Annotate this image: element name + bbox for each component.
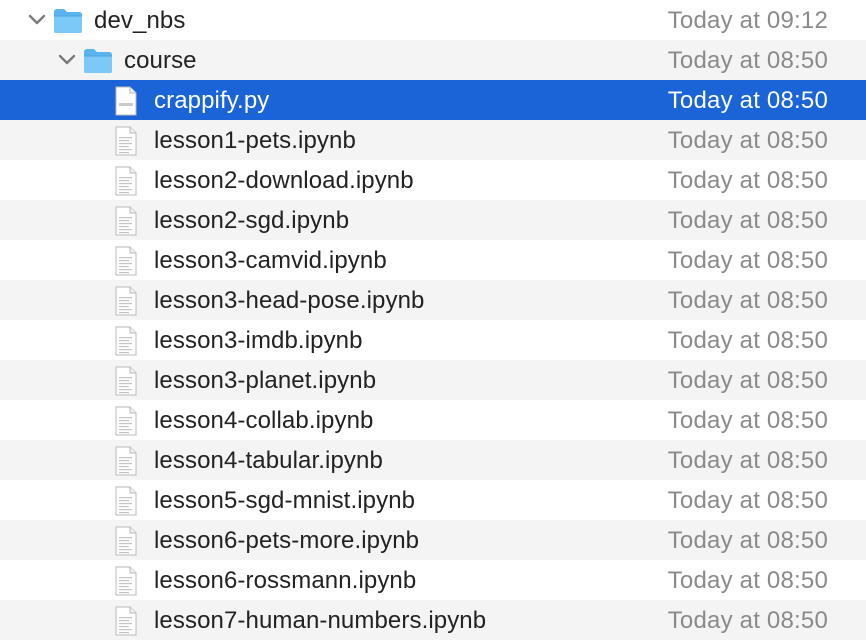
document-icon [114,606,138,636]
file-row[interactable]: lesson3-planet.ipynb Today at 08:50 [0,360,866,400]
date-modified: Today at 08:50 [667,407,828,434]
file-name: lesson7-human-numbers.ipynb [154,607,487,634]
file-row[interactable]: lesson3-imdb.ipynb Today at 08:50 [0,320,866,360]
date-modified: Today at 08:50 [667,527,828,554]
date-modified: Today at 08:50 [667,567,828,594]
file-row[interactable]: lesson3-camvid.ipynb Today at 08:50 [0,240,866,280]
date-modified: Today at 08:50 [667,87,828,114]
document-icon [114,566,138,596]
chevron-down-icon[interactable] [26,8,48,32]
date-modified: Today at 08:50 [667,487,828,514]
folder-icon [52,7,84,35]
file-name: lesson1-pets.ipynb [154,127,356,154]
document-icon [114,446,138,476]
file-name: lesson3-imdb.ipynb [154,327,363,354]
document-icon [114,366,138,396]
file-row[interactable]: lesson2-sgd.ipynb Today at 08:50 [0,200,866,240]
file-name: lesson2-download.ipynb [154,167,414,194]
document-icon [114,126,138,156]
date-modified: Today at 08:50 [667,167,828,194]
file-row[interactable]: lesson2-download.ipynb Today at 08:50 [0,160,866,200]
document-icon [114,326,138,356]
file-name: lesson6-rossmann.ipynb [154,567,417,594]
file-row[interactable]: lesson4-tabular.ipynb Today at 08:50 [0,440,866,480]
date-modified: Today at 09:12 [667,7,828,34]
date-modified: Today at 08:50 [667,327,828,354]
date-modified: Today at 08:50 [667,607,828,634]
date-modified: Today at 08:50 [667,47,828,74]
file-row[interactable]: lesson4-collab.ipynb Today at 08:50 [0,400,866,440]
date-modified: Today at 08:50 [667,367,828,394]
file-name: crappify.py [154,87,270,114]
folder-row[interactable]: course Today at 08:50 [0,40,866,80]
document-icon [114,246,138,276]
document-icon [114,486,138,516]
file-name: lesson3-head-pose.ipynb [154,287,425,314]
file-row[interactable]: lesson5-sgd-mnist.ipynb Today at 08:50 [0,480,866,520]
date-modified: Today at 08:50 [667,287,828,314]
finder-list-view: dev_nbs Today at 09:12 course Today at 08:5… [0,0,866,640]
file-name: lesson4-tabular.ipynb [154,447,383,474]
file-name: lesson6-pets-more.ipynb [154,527,420,554]
python-file-icon [114,86,138,116]
document-icon [114,166,138,196]
file-name: lesson5-sgd-mnist.ipynb [154,487,416,514]
date-modified: Today at 08:50 [667,127,828,154]
file-name: dev_nbs [94,7,186,34]
folder-row[interactable]: dev_nbs Today at 09:12 [0,0,866,40]
file-name: lesson3-planet.ipynb [154,367,377,394]
file-row[interactable]: lesson3-head-pose.ipynb Today at 08:50 [0,280,866,320]
document-icon [114,206,138,236]
date-modified: Today at 08:50 [667,207,828,234]
file-row[interactable]: lesson7-human-numbers.ipynb Today at 08:5… [0,600,866,640]
document-icon [114,286,138,316]
document-icon [114,406,138,436]
file-row[interactable]: lesson6-rossmann.ipynb Today at 08:50 [0,560,866,600]
date-modified: Today at 08:50 [667,447,828,474]
file-row[interactable]: crappify.py Today at 08:50 [0,80,866,120]
file-row[interactable]: lesson1-pets.ipynb Today at 08:50 [0,120,866,160]
chevron-down-icon[interactable] [56,48,78,72]
folder-icon [82,47,114,75]
file-name: lesson3-camvid.ipynb [154,247,387,274]
file-name: lesson4-collab.ipynb [154,407,374,434]
file-name: course [124,47,197,74]
date-modified: Today at 08:50 [667,247,828,274]
file-row[interactable]: lesson6-pets-more.ipynb Today at 08:50 [0,520,866,560]
file-name: lesson2-sgd.ipynb [154,207,350,234]
document-icon [114,526,138,556]
